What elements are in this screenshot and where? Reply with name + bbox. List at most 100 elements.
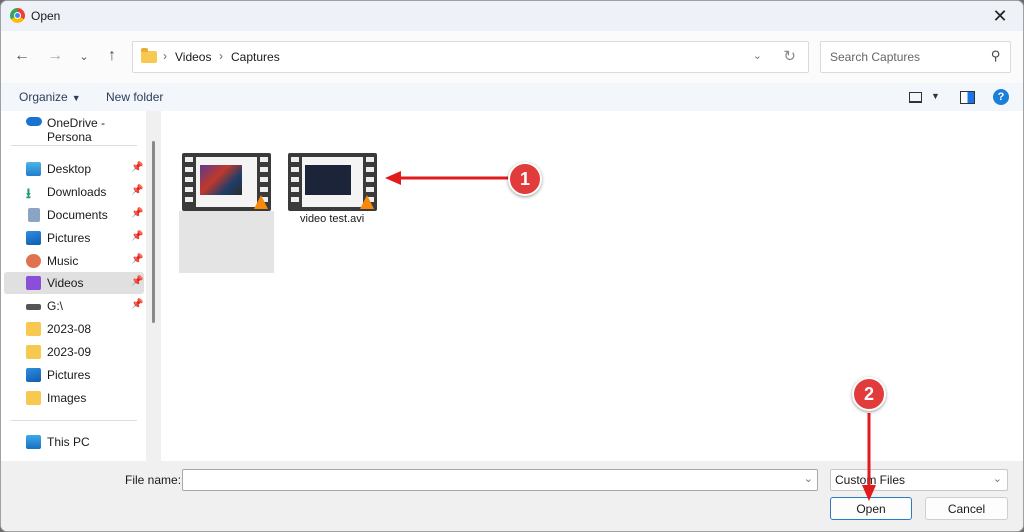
open-file-dialog: Open ✕ ← → ⌄ ↑ › Videos › Captures ⌄ ↻ S… [0, 0, 1024, 532]
recent-locations-button[interactable]: ⌄ [73, 45, 95, 67]
file-item-placeholder[interactable] [179, 211, 274, 273]
sidebar-scrollbar[interactable] [146, 111, 161, 461]
new-folder-button[interactable]: New folder [106, 90, 163, 104]
annotation-badge-2: 2 [852, 377, 886, 411]
breadcrumb-captures[interactable]: Captures [231, 50, 280, 64]
chevron-down-icon: ⌄ [79, 50, 89, 63]
pin-icon[interactable]: 📌 [131, 162, 143, 173]
file-name-label: File name: [125, 473, 182, 487]
sidebar-item-documents[interactable]: Documents 📌 [4, 204, 144, 226]
breadcrumb-separator: › [219, 49, 223, 63]
file-name-label[interactable]: video test.avi [300, 213, 364, 225]
sidebar-item-2023-09[interactable]: 2023-09 [4, 341, 144, 363]
computer-icon [26, 435, 41, 449]
sidebar-item-label: Videos [47, 276, 84, 290]
sidebar-item-label: Desktop [47, 162, 92, 176]
folder-icon [26, 345, 41, 359]
dialog-footer: File name: ⌄ Custom Files ⌄ Open Cancel [1, 461, 1023, 531]
scrollbar-thumb[interactable] [152, 141, 155, 323]
divider [11, 145, 137, 146]
breadcrumb-separator: › [163, 49, 167, 63]
music-icon [26, 254, 41, 268]
sidebar-item-pictures[interactable]: Pictures 📌 [4, 227, 144, 249]
chevron-down-icon: ⌄ [992, 473, 1002, 485]
file-type-value: Custom Files [835, 473, 906, 487]
folder-icon [26, 391, 41, 405]
cancel-button[interactable]: Cancel [925, 497, 1008, 520]
organize-label: Organize [19, 90, 68, 104]
sidebar-item-desktop[interactable]: Desktop 📌 [4, 158, 144, 180]
file-name-input[interactable]: ⌄ [182, 469, 818, 491]
pin-icon[interactable]: 📌 [131, 231, 143, 242]
navigation-bar: ← → ⌄ ↑ › Videos › Captures ⌄ ↻ Search C… [1, 31, 1023, 83]
search-input[interactable]: Search Captures ⚲ [820, 41, 1011, 73]
pictures-icon [26, 231, 41, 245]
title-bar: Open ✕ [1, 1, 1023, 31]
up-button[interactable]: ↑ [101, 45, 123, 67]
sidebar-item-videos[interactable]: Videos 📌 [4, 272, 144, 294]
pictures-icon [26, 368, 41, 382]
sidebar-item-label: OneDrive - Persona [47, 116, 106, 144]
refresh-icon[interactable]: ↻ [783, 47, 796, 65]
file-list: video test.avi [161, 111, 1023, 461]
file-type-select[interactable]: Custom Files ⌄ [830, 469, 1008, 491]
file-item-video-test[interactable] [288, 153, 377, 211]
sidebar-item-this-pc[interactable]: This PC [4, 431, 144, 453]
sidebar-item-g-drive[interactable]: G:\ 📌 [4, 295, 144, 317]
sidebar-item-images[interactable]: Images [4, 387, 144, 409]
video-frame [305, 165, 351, 195]
caret-down-icon: ▼ [71, 93, 81, 103]
chevron-down-icon[interactable]: ⌄ [804, 472, 813, 485]
drive-icon [26, 304, 41, 310]
sidebar-item-label: Pictures [47, 368, 91, 382]
sidebar-item-music[interactable]: Music 📌 [4, 250, 144, 272]
pin-icon[interactable]: 📌 [131, 276, 143, 287]
sidebar-item-label: Documents [47, 208, 108, 222]
sidebar-item-downloads[interactable]: ⭳ Downloads 📌 [4, 181, 144, 203]
back-button[interactable]: ← [11, 45, 33, 67]
open-button[interactable]: Open [830, 497, 912, 520]
sidebar-item-2023-08[interactable]: 2023-08 [4, 318, 144, 340]
download-icon: ⭳ [26, 185, 31, 201]
navigation-pane: OneDrive - Persona Desktop 📌 ⭳ Downloads… [1, 111, 146, 461]
videos-icon [26, 276, 41, 290]
breadcrumb-videos[interactable]: Videos [175, 50, 211, 64]
file-item-video-thumbnail[interactable] [182, 153, 271, 211]
divider [11, 420, 137, 421]
preview-pane-icon[interactable] [960, 91, 975, 104]
sidebar-item-pictures-2[interactable]: Pictures [4, 364, 144, 386]
desktop-icon [26, 162, 41, 176]
address-dropdown-icon[interactable]: ⌄ [753, 49, 762, 62]
sidebar-item-label: G:\ [47, 299, 64, 313]
close-button[interactable]: ✕ [977, 1, 1023, 31]
view-mode-icon[interactable] [909, 92, 922, 103]
command-bar: Organize ▼ New folder ▼ ? [1, 83, 1023, 111]
pin-icon[interactable]: 📌 [131, 185, 143, 196]
film-holes [291, 157, 299, 207]
folder-icon [141, 48, 157, 63]
organize-button[interactable]: Organize ▼ [19, 90, 81, 104]
sidebar-item-label: 2023-09 [47, 345, 92, 359]
folder-icon [26, 322, 41, 336]
document-icon [28, 208, 40, 222]
address-bar[interactable]: › Videos › Captures ⌄ ↻ [132, 41, 809, 73]
video-frame [200, 165, 242, 195]
view-dropdown-icon[interactable]: ▼ [931, 91, 940, 101]
search-icon[interactable]: ⚲ [991, 48, 1001, 64]
arrow-right-icon: → [47, 47, 63, 64]
sidebar-item-label: Images [47, 391, 87, 405]
dialog-title: Open [31, 9, 61, 23]
pin-icon[interactable]: 📌 [131, 299, 143, 310]
sidebar-item-onedrive[interactable]: OneDrive - Persona [4, 112, 144, 144]
sidebar-item-label: Music [47, 254, 79, 268]
forward-button[interactable]: → [44, 45, 66, 67]
video-preview [196, 157, 257, 207]
help-icon[interactable]: ? [993, 89, 1009, 105]
pin-icon[interactable]: 📌 [131, 208, 143, 219]
pin-icon[interactable]: 📌 [131, 254, 143, 265]
vlc-icon [360, 195, 374, 209]
sidebar-item-label: Downloads [47, 185, 107, 199]
arrow-left-icon: ← [14, 47, 30, 64]
search-placeholder: Search Captures [830, 50, 921, 64]
cloud-icon [26, 117, 42, 126]
